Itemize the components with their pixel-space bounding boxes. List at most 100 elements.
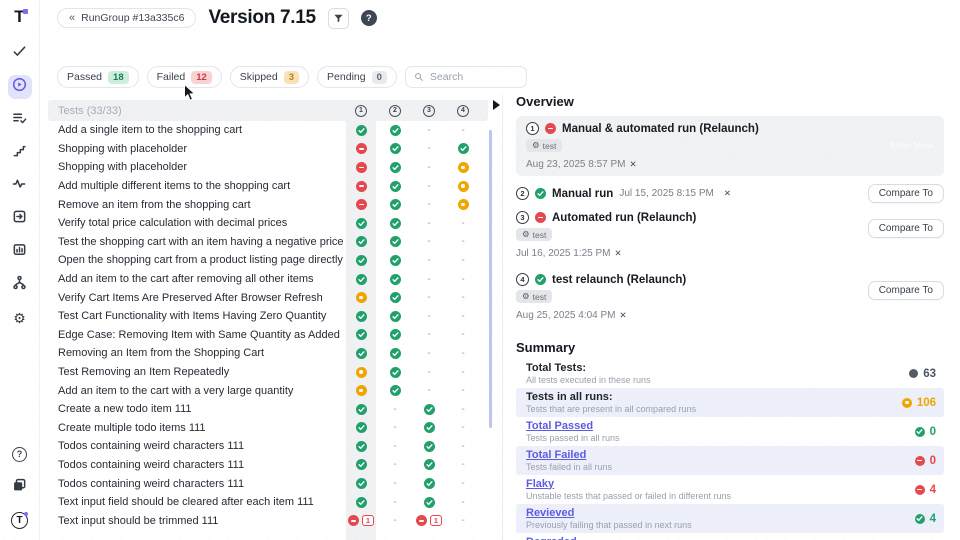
run-number-badge[interactable]: 1 <box>355 105 367 117</box>
test-row[interactable]: Remove an item from the shopping cart- <box>48 195 488 214</box>
status-cell <box>378 162 412 173</box>
run-item[interactable]: 4test relaunch (Relaunch)⚙︎testAug 25, 2… <box>516 267 944 327</box>
filter-chip-skipped[interactable]: Skipped3 <box>230 66 309 88</box>
compare-to-button[interactable]: Compare To <box>868 184 944 203</box>
test-name: Text input field should be cleared after… <box>58 496 344 508</box>
summary-link[interactable]: Revieved <box>526 507 692 520</box>
test-row[interactable]: Test Removing an Item Repeatedly-- <box>48 363 488 382</box>
remove-run-icon[interactable]: ✕ <box>615 248 622 259</box>
run-number-badge[interactable]: 2 <box>389 105 401 117</box>
filter-chip-failed[interactable]: Failed12 <box>147 66 222 88</box>
test-row[interactable]: Add a single item to the shopping cart-- <box>48 121 488 140</box>
sidebar-item-branches[interactable] <box>8 273 32 297</box>
test-row[interactable]: Edge Case: Removing Item with Same Quant… <box>48 326 488 345</box>
status-cell: 1 <box>412 515 446 526</box>
help-button[interactable]: ? <box>361 10 377 26</box>
passed-icon <box>356 329 367 340</box>
remove-run-icon[interactable]: ✕ <box>630 159 637 170</box>
summary-value: 0 <box>915 426 936 438</box>
run-number-badge[interactable]: 4 <box>457 105 469 117</box>
chip-count: 3 <box>284 71 299 84</box>
summary-link[interactable]: Total Passed <box>526 420 620 433</box>
filter-chip-passed[interactable]: Passed18 <box>57 66 139 88</box>
test-row[interactable]: Text input field should be cleared after… <box>48 493 488 512</box>
filter-chip-pending[interactable]: Pending0 <box>317 66 397 88</box>
passed-icon <box>915 427 925 437</box>
test-row[interactable]: Todos containing weird characters 111-- <box>48 456 488 475</box>
test-row[interactable]: Open the shopping cart from a product li… <box>48 251 488 270</box>
sidebar-item-plans[interactable] <box>8 108 32 132</box>
test-row[interactable]: Todos containing weird characters 111-- <box>48 474 488 493</box>
compare-to-button[interactable]: Compare To <box>868 281 944 300</box>
test-row[interactable]: Add multiple different items to the shop… <box>48 177 488 196</box>
test-row[interactable]: Text input should be trimmed 1111-1- <box>48 511 488 530</box>
sidebar-item-milestones[interactable] <box>8 141 32 165</box>
status-cell: - <box>446 422 480 433</box>
collapse-panel-icon[interactable] <box>493 100 500 110</box>
run-item[interactable]: 3Automated run (Relaunch)⚙︎testJul 16, 2… <box>516 205 944 265</box>
test-row[interactable]: Test Cart Functionality with Items Havin… <box>48 307 488 326</box>
activity-icon <box>12 176 27 196</box>
sidebar-item-help[interactable]: ? <box>8 442 32 466</box>
sidebar-item-tests[interactable] <box>8 42 32 66</box>
remove-run-icon[interactable]: ✕ <box>724 188 731 199</box>
summary-value: 106 <box>902 397 936 409</box>
test-name: Shopping with placeholder <box>58 161 344 173</box>
comment-badge[interactable]: 1 <box>362 515 374 526</box>
no-result: - <box>427 348 430 359</box>
run-item[interactable]: 1Manual & automated run (Relaunch)⚙︎test… <box>516 116 944 176</box>
test-row[interactable]: Create multiple todo items 111-- <box>48 419 488 438</box>
summary-label: Total Tests: <box>526 362 651 375</box>
run-column-header: 3 <box>412 105 446 117</box>
sidebar-item-analytics[interactable] <box>8 174 32 198</box>
status-cell <box>344 348 378 359</box>
status-cell <box>344 497 378 508</box>
test-name: Test the shopping cart with an item havi… <box>58 236 344 248</box>
sidebar-item-account[interactable]: T <box>8 508 32 532</box>
summary-link[interactable]: Flaky <box>526 478 731 491</box>
compare-to-button[interactable]: Compare To <box>868 219 944 238</box>
test-row[interactable]: Test the shopping cart with an item havi… <box>48 233 488 252</box>
panel-splitter-handle[interactable] <box>489 130 492 428</box>
run-item[interactable]: 2Manual runJul 15, 2025 8:15 PM✕Compare … <box>516 184 944 203</box>
chip-count: 0 <box>372 71 387 84</box>
status-cell <box>344 422 378 433</box>
test-row[interactable]: Shopping with placeholder- <box>48 140 488 159</box>
sidebar-nav: ⚙︎ <box>8 42 32 330</box>
branch-icon <box>12 275 27 295</box>
test-name: Add a single item to the shopping cart <box>58 124 344 136</box>
summary-link[interactable]: Degraded <box>526 536 690 540</box>
test-row[interactable]: Verify Cart Items Are Preserved After Br… <box>48 288 488 307</box>
test-name: Verify Cart Items Are Preserved After Br… <box>58 292 344 304</box>
app-logo[interactable]: T <box>14 8 24 26</box>
test-row[interactable]: Shopping with placeholder- <box>48 158 488 177</box>
search-box[interactable] <box>405 66 527 88</box>
run-number-badge: 3 <box>516 211 529 224</box>
back-to-rungroup-button[interactable]: « RunGroup #13a335c6 <box>57 8 196 28</box>
run-number-badge[interactable]: 3 <box>423 105 435 117</box>
test-name: Open the shopping cart from a product li… <box>58 254 344 266</box>
test-row[interactable]: Verify total price calculation with deci… <box>48 214 488 233</box>
status-cell <box>378 181 412 192</box>
test-row[interactable]: Removing an Item from the Shopping Cart-… <box>48 344 488 363</box>
sidebar-item-import[interactable] <box>8 207 32 231</box>
gear-icon: ⚙︎ <box>522 291 530 302</box>
sidebar-item-runs[interactable] <box>8 75 32 99</box>
no-result: - <box>427 311 430 322</box>
comment-badge[interactable]: 1 <box>430 515 442 526</box>
test-row[interactable]: Todos containing weird characters 111-- <box>48 437 488 456</box>
test-row[interactable]: Add an item to the cart with a very larg… <box>48 381 488 400</box>
search-input[interactable] <box>430 71 514 83</box>
sidebar-item-reports[interactable] <box>8 240 32 264</box>
remove-run-icon[interactable]: ✕ <box>620 310 627 321</box>
filter-button[interactable] <box>328 8 349 29</box>
sidebar-item-projects[interactable] <box>8 475 32 499</box>
summary-link[interactable]: Total Failed <box>526 449 612 462</box>
topbar: « RunGroup #13a335c6 Version 7.15 ? <box>40 0 960 36</box>
no-result: - <box>461 497 464 508</box>
status-cell: - <box>378 422 412 433</box>
sidebar-item-settings[interactable]: ⚙︎ <box>8 306 32 330</box>
test-row[interactable]: Create a new todo item 111-- <box>48 400 488 419</box>
no-result: - <box>461 367 464 378</box>
test-row[interactable]: Add an item to the cart after removing a… <box>48 270 488 289</box>
